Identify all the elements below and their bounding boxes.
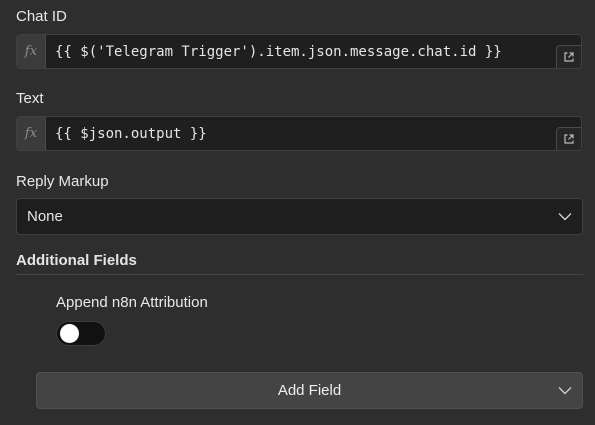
text-label: Text	[16, 90, 44, 107]
chat-id-expression-field[interactable]: fx {{ $('Telegram Trigger').item.json.me…	[16, 34, 582, 69]
open-expression-editor-button[interactable]	[556, 127, 581, 150]
chevron-down-icon	[558, 386, 572, 394]
text-expression-field[interactable]: fx {{ $json.output }}	[16, 116, 582, 151]
external-expand-icon	[564, 134, 574, 144]
text-expression-value[interactable]: {{ $json.output }}	[55, 117, 207, 150]
section-divider	[16, 274, 583, 275]
add-field-label: Add Field	[277, 382, 342, 399]
open-expression-editor-button[interactable]	[556, 45, 581, 68]
reply-markup-select[interactable]: None	[16, 198, 583, 235]
add-field-button[interactable]: Add Field	[36, 372, 583, 409]
chat-id-expression-value[interactable]: {{ $('Telegram Trigger').item.json.messa…	[55, 35, 502, 68]
fx-icon: fx	[17, 35, 46, 68]
append-attribution-label: Append n8n Attribution	[56, 294, 208, 311]
toggle-knob	[60, 324, 79, 343]
append-attribution-toggle[interactable]	[56, 321, 106, 346]
fx-icon: fx	[17, 117, 46, 150]
external-expand-icon	[564, 52, 574, 62]
additional-fields-heading: Additional Fields	[16, 252, 137, 269]
reply-markup-label: Reply Markup	[16, 173, 109, 190]
chat-id-label: Chat ID	[16, 8, 67, 25]
chevron-down-icon	[558, 212, 572, 220]
reply-markup-selected-value: None	[27, 208, 63, 225]
